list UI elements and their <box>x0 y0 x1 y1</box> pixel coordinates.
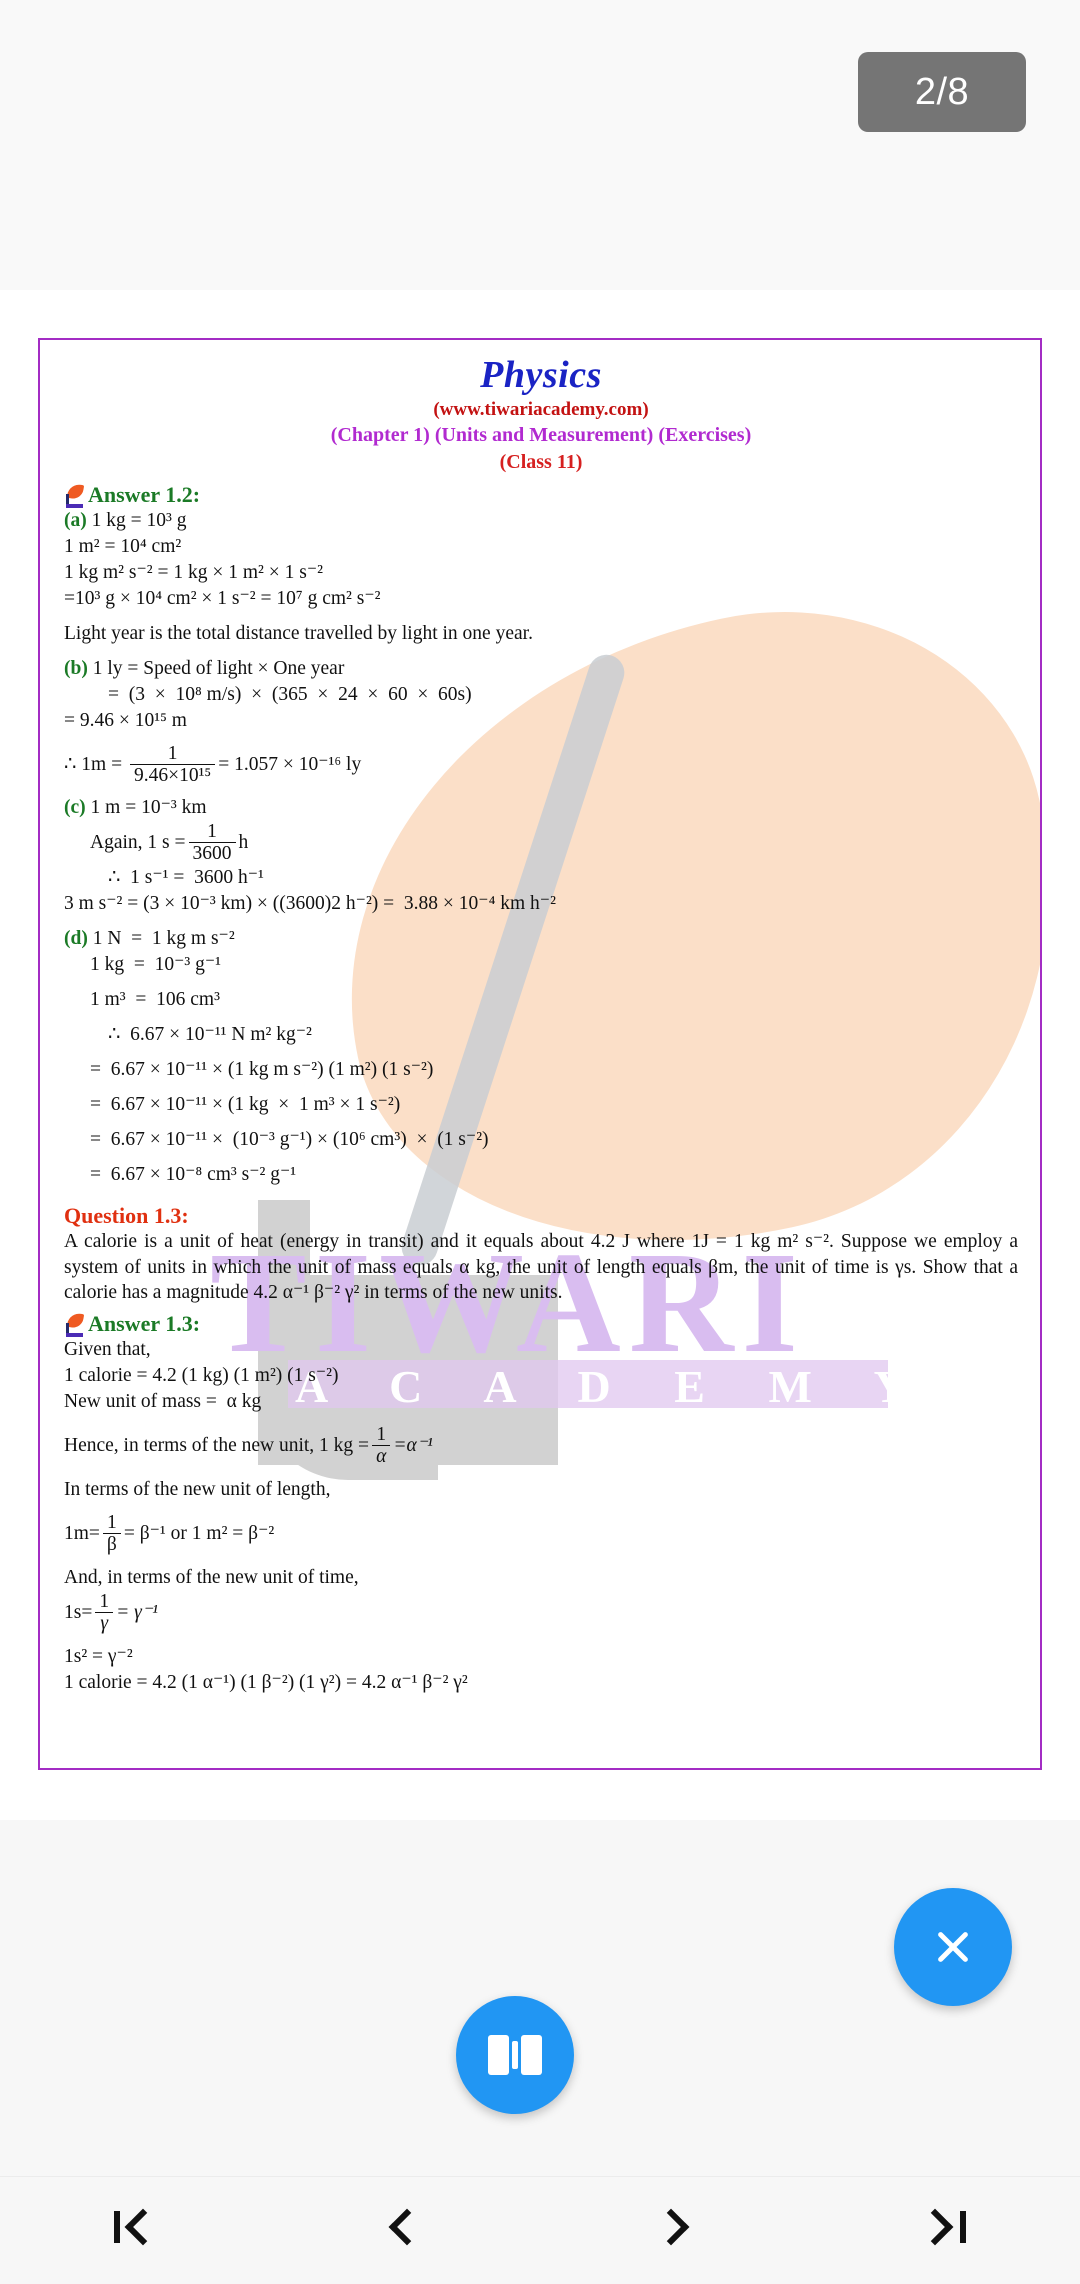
answer-1-2-c-line: ∴ 1 s⁻¹ = 3600 h⁻¹ <box>108 867 264 889</box>
part-c-text: 1 m = 10⁻³ km <box>85 797 207 819</box>
answer-1-3-length-fraction: 1m= 1 β = β⁻¹ or 1 m² = β⁻² <box>64 1512 274 1556</box>
top-bar: 2/8 <box>0 0 1080 290</box>
document-page: TIWARI A C A D E M Y Physics (www.tiwari… <box>38 338 1042 1770</box>
answer-1-3-time-fraction: 1s= 1 γ = γ⁻¹ <box>64 1591 158 1635</box>
answer-1-3-line: New unit of mass = α kg <box>64 1391 262 1413</box>
answer-1-2-d-line: (d) 1 N = 1 kg m s⁻² <box>64 926 1018 952</box>
previous-page-button[interactable] <box>340 2181 470 2281</box>
document-content: Physics (www.tiwariacademy.com) (Chapter… <box>40 340 1040 1706</box>
answer-1-2-b-line: = (3 × 10⁸ m/s) × (365 × 24 × 60 × 60s) <box>108 683 472 705</box>
part-a-text: 1 kg = 10³ g <box>86 510 187 532</box>
answer-1-3-line: In terms of the new unit of length, <box>64 1479 331 1501</box>
fraction: 1 α <box>372 1424 391 1468</box>
document-header: Physics (www.tiwariacademy.com) (Chapter… <box>64 354 1018 476</box>
first-page-button[interactable] <box>70 2181 200 2281</box>
doc-site-line: (www.tiwariacademy.com) <box>433 398 649 420</box>
part-d-label: (d) <box>64 928 88 950</box>
fraction: 1 3600 <box>188 821 236 865</box>
fraction-numerator: 1 <box>95 1591 114 1613</box>
fraction: 1 γ <box>95 1591 114 1635</box>
answer-1-2-a-line: (a) 1 kg = 10³ g <box>64 508 1018 534</box>
chevron-right-icon <box>648 2201 702 2261</box>
answer-1-2-d-line: ∴ 6.67 × 10⁻¹¹ N m² kg⁻² <box>108 1023 312 1045</box>
page-indicator-badge: 2/8 <box>858 52 1026 132</box>
part-b-text: 1 ly = Speed of light × One year <box>87 657 345 679</box>
first-page-icon <box>108 2201 162 2261</box>
frac-prefix: 1s= <box>64 1601 93 1623</box>
question-1-3-heading: Question 1.3: <box>64 1203 189 1229</box>
answer-1-2-d-line: 1 kg = 10⁻³ g⁻¹ <box>90 954 222 975</box>
frac-suffix: = γ⁻¹ <box>116 1601 158 1623</box>
frac-prefix: Again, 1 s = <box>90 832 186 854</box>
fraction-numerator: 1 <box>372 1424 391 1447</box>
answer-1-2-b-line: (b) 1 ly = Speed of light × One year <box>64 656 1018 682</box>
close-fab-button[interactable] <box>894 1888 1012 2006</box>
close-icon <box>930 1924 976 1970</box>
answer-1-2-a-line: 1 m² = 10⁴ cm² <box>64 536 182 558</box>
chevron-left-icon <box>378 2201 432 2261</box>
answer-1-2-label: Answer 1.2: <box>88 482 201 508</box>
answer-1-2-d-line: 1 m³ = 106 cm³ <box>90 988 220 1010</box>
answer-1-2-d-line: = 6.67 × 10⁻¹¹ × (1 kg m s⁻²) (1 m²) (1 … <box>90 1058 434 1080</box>
fraction-denominator: 3600 <box>192 843 232 865</box>
answer-1-2-b-line: = 9.46 × 10¹⁵ m <box>64 709 187 731</box>
feather-pen-icon <box>64 482 86 509</box>
bottom-controls-area <box>0 1820 1080 2284</box>
fraction-numerator: 1 <box>129 743 216 765</box>
book-icon <box>488 2035 542 2075</box>
answer-1-2-c-fraction: Again, 1 s = 1 3600 h <box>64 821 248 865</box>
answer-1-2-d-line: = 6.67 × 10⁻¹¹ × (10⁻³ g⁻¹) × (10⁶ cm³) … <box>90 1128 489 1150</box>
answer-1-2-a-line: =10³ g × 10⁴ cm² × 1 s⁻² = 10⁷ g cm² s⁻² <box>64 587 381 609</box>
last-page-icon <box>916 2201 972 2261</box>
frac-suffix: = β⁻¹ or 1 m² = β⁻² <box>123 1523 275 1545</box>
app-root: 2/8 TIWARI A C A D E M Y Physics (www.ti… <box>0 0 1080 2284</box>
fraction-numerator: 1 <box>102 1512 121 1535</box>
frac-suffix: h <box>238 832 249 854</box>
answer-1-2-a-line: Light year is the total distance travell… <box>64 622 533 644</box>
part-d-text: 1 N = 1 kg m s⁻² <box>87 928 235 950</box>
answer-1-2-d-line: = 6.67 × 10⁻¹¹ × (1 kg × 1 m³ × 1 s⁻²) <box>90 1093 401 1115</box>
answer-1-2-d-line: = 6.67 × 10⁻⁸ cm³ s⁻² g⁻¹ <box>90 1163 297 1185</box>
answer-1-3-line: Given that, <box>64 1339 151 1361</box>
frac-suffix: =α⁻¹ <box>393 1435 433 1457</box>
answer-1-3-line: 1 calorie = 4.2 (1 kg) (1 m²) (1 s⁻²) <box>64 1365 339 1387</box>
answer-1-3-mass-fraction: Hence, in terms of the new unit, 1 kg = … <box>64 1424 433 1468</box>
frac-suffix: = 1.057 × 10⁻¹⁶ ly <box>218 753 362 775</box>
document-viewport[interactable]: TIWARI A C A D E M Y Physics (www.tiwari… <box>0 290 1080 1820</box>
book-fab-button[interactable] <box>456 1996 574 2114</box>
bottom-navigation-bar <box>0 2176 1080 2284</box>
frac-prefix: ∴ 1m = <box>64 753 127 775</box>
feather-pen-icon <box>64 1312 86 1338</box>
fraction: 1 9.46×10¹⁵ <box>129 743 216 787</box>
fraction-denominator: γ <box>100 1612 109 1634</box>
answer-1-3-label: Answer 1.3: <box>88 1311 201 1337</box>
frac-prefix: 1m= <box>64 1523 100 1545</box>
frac-prefix: Hence, in terms of the new unit, 1 kg = <box>64 1435 370 1457</box>
part-a-label: (a) <box>64 510 87 532</box>
fraction-denominator: α <box>376 1446 387 1468</box>
question-1-3-body: A calorie is a unit of heat (energy in t… <box>64 1231 1018 1304</box>
answer-1-2-a-line: 1 kg m² s⁻² = 1 kg × 1 m² × 1 s⁻² <box>64 562 323 584</box>
answer-1-2-c-line: (c) 1 m = 10⁻³ km <box>64 795 1018 821</box>
doc-title: Physics <box>480 354 602 396</box>
answer-1-3-line: 1 calorie = 4.2 (1 α⁻¹) (1 β⁻²) (1 γ²) =… <box>64 1671 468 1693</box>
last-page-button[interactable] <box>880 2181 1010 2281</box>
fraction: 1 β <box>102 1512 121 1556</box>
fraction-denominator: β <box>106 1534 117 1556</box>
fraction-numerator: 1 <box>188 821 236 844</box>
answer-1-3-heading: Answer 1.3: <box>64 1311 1018 1338</box>
fraction-denominator: 9.46×10¹⁵ <box>133 764 212 786</box>
answer-1-3-line: 1s² = γ⁻² <box>64 1645 133 1667</box>
answer-1-2-b-fraction: ∴ 1m = 1 9.46×10¹⁵ = 1.057 × 10⁻¹⁶ ly <box>64 743 361 787</box>
part-c-label: (c) <box>64 797 86 819</box>
part-b-label: (b) <box>64 657 88 679</box>
doc-class-line: (Class 11) <box>499 451 583 474</box>
answer-1-3-line: And, in terms of the new unit of time, <box>64 1566 359 1588</box>
answer-1-2-heading: Answer 1.2: <box>64 482 1018 509</box>
next-page-button[interactable] <box>610 2181 740 2281</box>
doc-chapter-line: (Chapter 1) (Units and Measurement) (Exe… <box>330 424 752 447</box>
answer-1-2-c-line: 3 m s⁻² = (3 × 10⁻³ km) × ((3600)2 h⁻²) … <box>64 893 556 915</box>
